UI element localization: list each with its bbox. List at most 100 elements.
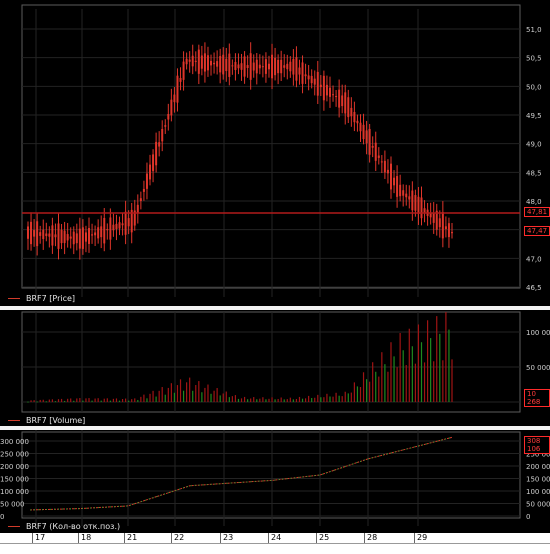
volume-bar bbox=[192, 390, 194, 402]
y-tick-label: 46,5 bbox=[526, 284, 542, 292]
volume-bar bbox=[414, 363, 416, 402]
price-candle bbox=[441, 212, 444, 239]
price-candle bbox=[429, 213, 432, 218]
price-candle bbox=[81, 227, 84, 249]
volume-bar bbox=[121, 398, 124, 402]
price-candle bbox=[145, 173, 148, 189]
volume-bar bbox=[298, 396, 301, 402]
volume-bar bbox=[189, 377, 191, 402]
y-tick-label: 100 000 bbox=[526, 329, 550, 337]
price-candle bbox=[115, 223, 118, 230]
volume-bar bbox=[247, 399, 249, 402]
volume-chart[interactable]: 100 00050 0000 bbox=[0, 310, 550, 426]
volume-bar bbox=[198, 381, 200, 402]
x-tick-label: 23 bbox=[220, 533, 233, 543]
volume-bar bbox=[329, 396, 331, 402]
price-candle bbox=[365, 130, 368, 144]
volume-bar bbox=[323, 397, 325, 402]
volume-bar bbox=[54, 401, 57, 403]
volume-bar bbox=[445, 311, 447, 402]
volume-bar bbox=[295, 398, 298, 402]
price-candle bbox=[210, 60, 213, 66]
volume-bar bbox=[70, 398, 72, 402]
price-candle bbox=[78, 228, 81, 249]
volume-bar bbox=[85, 398, 87, 402]
volume-bar bbox=[45, 401, 47, 403]
volume-bar bbox=[381, 352, 383, 402]
volume-bar bbox=[109, 400, 111, 402]
price-candle bbox=[335, 96, 338, 98]
volume-bar bbox=[30, 400, 32, 402]
open-interest-chart[interactable]: 300 000300 000250 000250 000200 000200 0… bbox=[0, 430, 550, 533]
volume-bar bbox=[378, 376, 380, 402]
price-candle bbox=[75, 233, 78, 244]
volume-bar bbox=[332, 396, 334, 402]
volume-bar bbox=[164, 394, 166, 402]
price-candle bbox=[167, 114, 170, 120]
price-pane[interactable]: 51,050,550,049,549,048,548,047,547,046,5… bbox=[0, 0, 550, 306]
price-candle bbox=[347, 97, 350, 118]
price-candle bbox=[246, 65, 249, 69]
volume-bar bbox=[140, 396, 142, 402]
price-candle bbox=[66, 234, 69, 241]
volume-bar bbox=[64, 400, 66, 402]
price-candle bbox=[255, 59, 258, 74]
price-candle bbox=[341, 95, 344, 107]
price-candle bbox=[267, 63, 270, 70]
volume-bar bbox=[204, 387, 206, 402]
price-candle bbox=[170, 99, 173, 116]
price-candle bbox=[152, 154, 155, 172]
volume-bar bbox=[27, 401, 29, 403]
volume-bar bbox=[311, 397, 313, 402]
volume-bar bbox=[372, 362, 374, 402]
y-tick-label-left: 150 000 bbox=[0, 476, 29, 484]
volume-bar bbox=[356, 386, 359, 402]
price-candle bbox=[173, 94, 176, 103]
price-candle bbox=[158, 142, 161, 147]
volume-bar bbox=[448, 329, 450, 402]
volume-bar bbox=[57, 399, 60, 402]
time-axis[interactable]: 17 18 21 22 23 24 25 28 29 bbox=[0, 533, 550, 554]
volume-legend[interactable]: BRF7 [Volume] bbox=[8, 416, 85, 425]
price-candle bbox=[280, 59, 283, 74]
price-candle bbox=[261, 66, 264, 68]
price-candle bbox=[383, 160, 386, 173]
oi-legend-label: BRF7 (Кол-во отк.поз.) bbox=[26, 522, 121, 531]
y-tick-label: 50,5 bbox=[526, 55, 542, 63]
price-candle bbox=[51, 225, 54, 246]
volume-bar bbox=[341, 396, 343, 402]
volume-bar bbox=[280, 397, 282, 402]
price-candle bbox=[124, 211, 127, 235]
price-candle bbox=[94, 232, 97, 236]
price-candle bbox=[414, 195, 417, 211]
volume-bar bbox=[128, 400, 130, 402]
volume-pane[interactable]: 100 00050 0000 10 268 BRF7 [Volume] bbox=[0, 310, 550, 426]
volume-bar bbox=[430, 338, 432, 402]
volume-bar bbox=[76, 398, 78, 402]
y-tick-label-left: 0 bbox=[0, 513, 4, 521]
oi-legend[interactable]: BRF7 (Кол-во отк.поз.) bbox=[8, 522, 120, 531]
price-candle bbox=[396, 176, 399, 197]
volume-bar bbox=[222, 393, 224, 402]
volume-bar bbox=[134, 398, 136, 402]
open-interest-pane[interactable]: 300 000300 000250 000250 000200 000200 0… bbox=[0, 430, 550, 533]
price-candle bbox=[298, 67, 301, 75]
price-candle bbox=[258, 64, 261, 69]
price-candle bbox=[36, 221, 39, 247]
price-candle bbox=[206, 55, 209, 71]
price-candle bbox=[389, 163, 392, 190]
price-candle bbox=[325, 84, 328, 96]
volume-bar bbox=[439, 333, 441, 402]
price-candle bbox=[264, 59, 267, 74]
volume-bar bbox=[36, 401, 38, 403]
price-candle bbox=[451, 232, 453, 234]
volume-last-value-tag: 10 268 bbox=[524, 389, 550, 407]
price-chart[interactable]: 51,050,550,049,549,048,548,047,547,046,5 bbox=[0, 0, 550, 306]
price-legend[interactable]: BRF7 [Price] bbox=[8, 294, 75, 303]
price-candle bbox=[112, 224, 115, 231]
volume-bar bbox=[158, 390, 160, 402]
volume-bar bbox=[88, 398, 90, 402]
legend-line-swatch bbox=[8, 420, 20, 421]
price-candle bbox=[295, 57, 298, 81]
x-tick-label: 22 bbox=[171, 533, 184, 543]
